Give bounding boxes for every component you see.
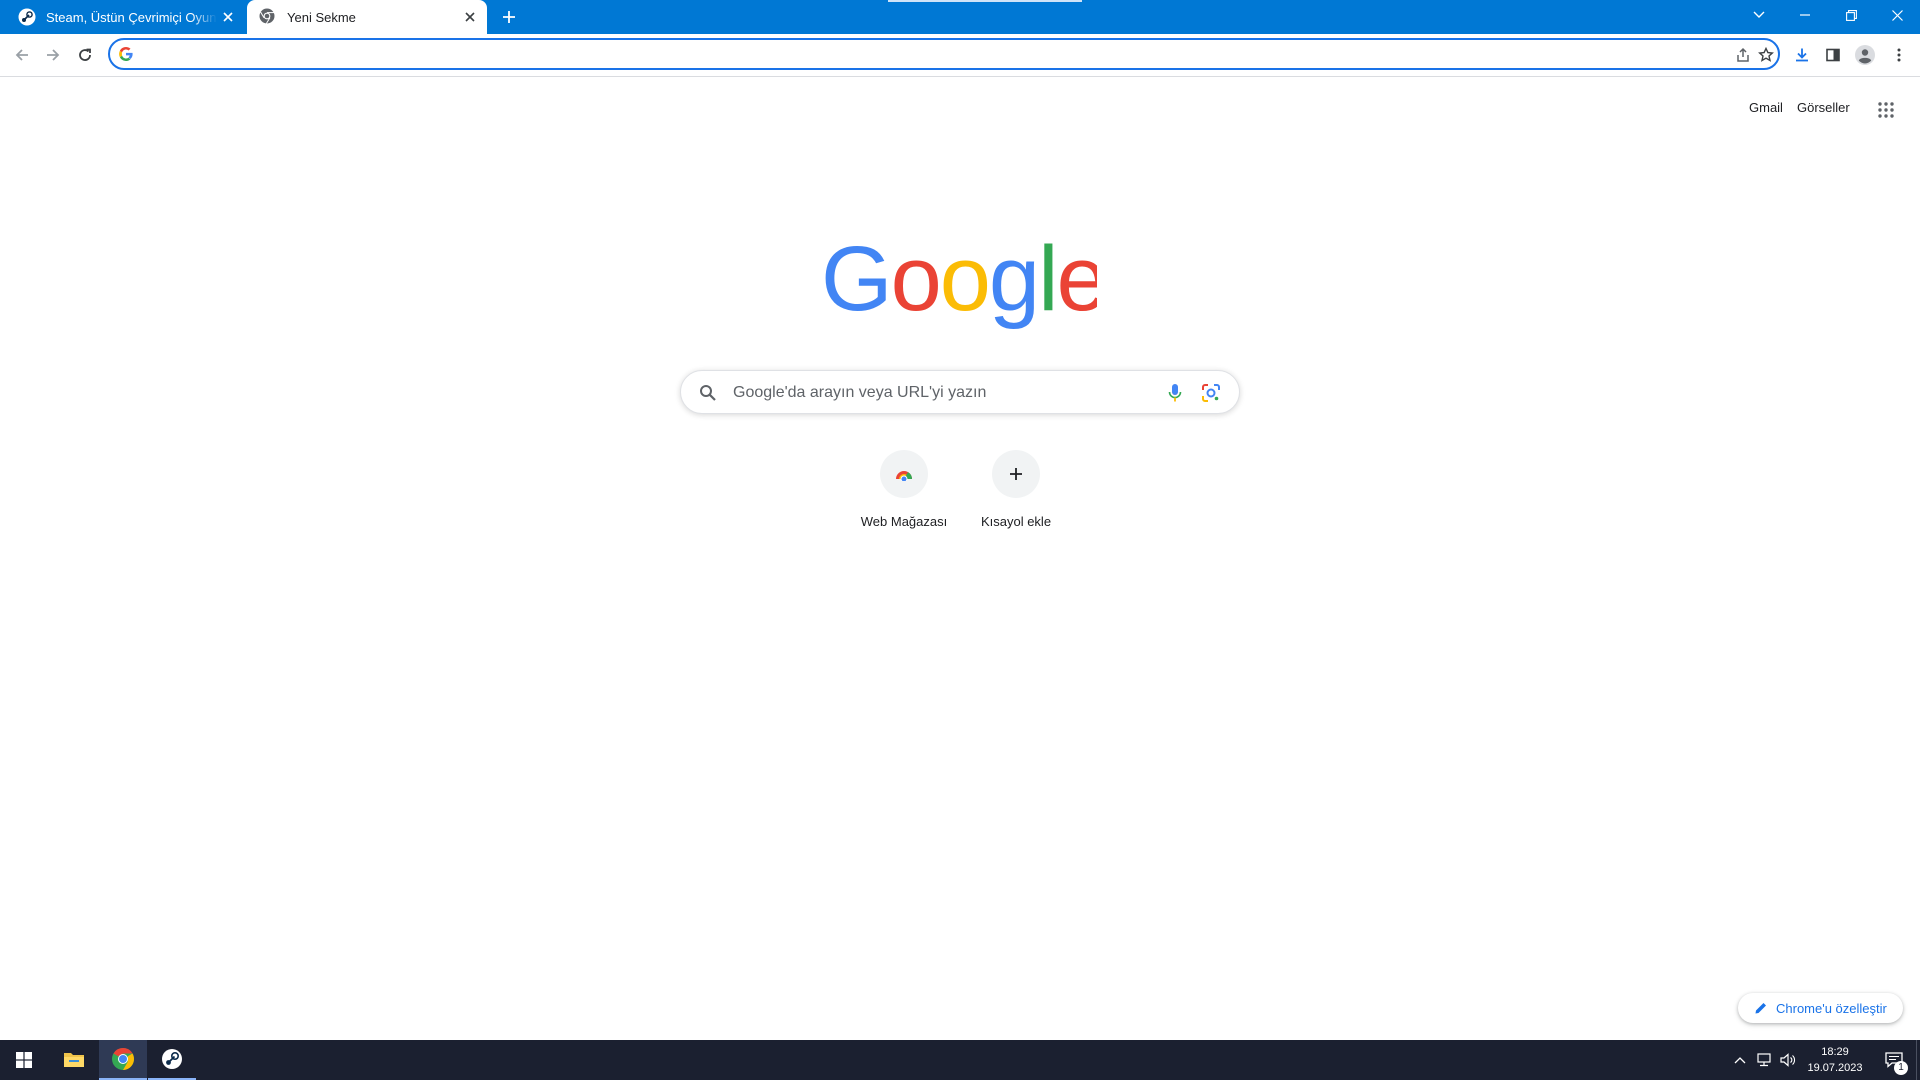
tab-title: Steam, Üstün Çevrimiçi Oyun Platformu	[46, 9, 217, 25]
tray-chevron-up-icon[interactable]	[1730, 1050, 1750, 1070]
images-link[interactable]: Görseller	[1797, 100, 1850, 115]
taskbar: 18:29 19.07.2023 1	[0, 1040, 1920, 1080]
svg-text:Google: Google	[821, 236, 1097, 330]
gmail-link[interactable]: Gmail	[1749, 100, 1783, 115]
volume-icon[interactable]	[1778, 1050, 1798, 1070]
shortcut-tile	[992, 450, 1040, 498]
minimize-icon[interactable]	[1782, 0, 1828, 30]
customize-chrome-button[interactable]: Chrome'u özelleştir	[1738, 993, 1903, 1023]
reload-icon[interactable]	[70, 40, 100, 70]
google-g-icon	[118, 46, 134, 62]
side-panel-icon[interactable]	[1818, 40, 1848, 70]
system-clock[interactable]: 18:29 19.07.2023	[1800, 1044, 1870, 1076]
tab-search-chevron-icon[interactable]	[1736, 0, 1782, 30]
new-tab-plus-icon[interactable]	[496, 5, 522, 29]
google-lens-icon[interactable]	[1199, 381, 1223, 405]
title-bar[interactable]: Steam, Üstün Çevrimiçi Oyun Platformu Ye…	[0, 0, 1920, 34]
web-store-icon	[894, 467, 914, 481]
close-window-icon[interactable]	[1874, 0, 1920, 30]
tab-title: Yeni Sekme	[287, 9, 356, 25]
customize-label: Chrome'u özelleştir	[1776, 1000, 1887, 1016]
shortcut-label: Kısayol ekle	[980, 514, 1052, 529]
steam-taskbar-icon[interactable]	[148, 1040, 196, 1080]
chrome-taskbar-icon[interactable]	[99, 1040, 147, 1080]
shortcut-add[interactable]: Kısayol ekle	[960, 444, 1072, 544]
back-arrow-icon[interactable]	[7, 40, 37, 70]
pencil-icon	[1754, 1001, 1768, 1015]
close-icon[interactable]	[217, 6, 239, 28]
steam-icon	[18, 8, 36, 26]
shortcut-label: Web Mağazası	[860, 514, 948, 529]
file-explorer-icon[interactable]	[50, 1040, 98, 1080]
address-input[interactable]	[142, 42, 1706, 68]
plus-icon	[1009, 467, 1023, 481]
restore-icon[interactable]	[1828, 0, 1874, 30]
forward-arrow-icon[interactable]	[38, 40, 68, 70]
search-box[interactable]	[680, 370, 1240, 414]
profile-avatar-icon[interactable]	[1850, 40, 1880, 70]
show-desktop-button[interactable]	[1916, 1040, 1920, 1080]
tab-new-tab[interactable]: Yeni Sekme	[247, 0, 487, 34]
google-logo: Google	[821, 228, 1108, 332]
address-bar[interactable]	[108, 38, 1780, 70]
tab-steam[interactable]: Steam, Üstün Çevrimiçi Oyun Platformu	[0, 0, 245, 34]
microphone-icon[interactable]	[1163, 381, 1187, 405]
kebab-menu-icon[interactable]	[1884, 40, 1914, 70]
drag-region-highlight	[888, 0, 1082, 2]
shortcut-web-store[interactable]: Web Mağazası	[848, 444, 960, 544]
chrome-icon	[259, 8, 277, 26]
network-icon[interactable]	[1754, 1050, 1774, 1070]
bookmark-star-icon[interactable]	[1753, 42, 1779, 68]
search-input[interactable]	[731, 381, 1135, 405]
notification-count-badge: 1	[1894, 1061, 1908, 1075]
search-icon	[699, 384, 717, 402]
close-icon[interactable]	[459, 6, 481, 28]
windows-start-icon[interactable]	[0, 1040, 48, 1080]
shortcut-tile	[880, 450, 928, 498]
clock-date: 19.07.2023	[1807, 1062, 1863, 1074]
browser-toolbar	[0, 34, 1920, 77]
notification-center-icon[interactable]: 1	[1874, 1040, 1914, 1080]
clock-time: 18:29	[1821, 1046, 1849, 1058]
download-icon[interactable]	[1787, 40, 1817, 70]
google-apps-grid-icon[interactable]	[1872, 96, 1900, 124]
